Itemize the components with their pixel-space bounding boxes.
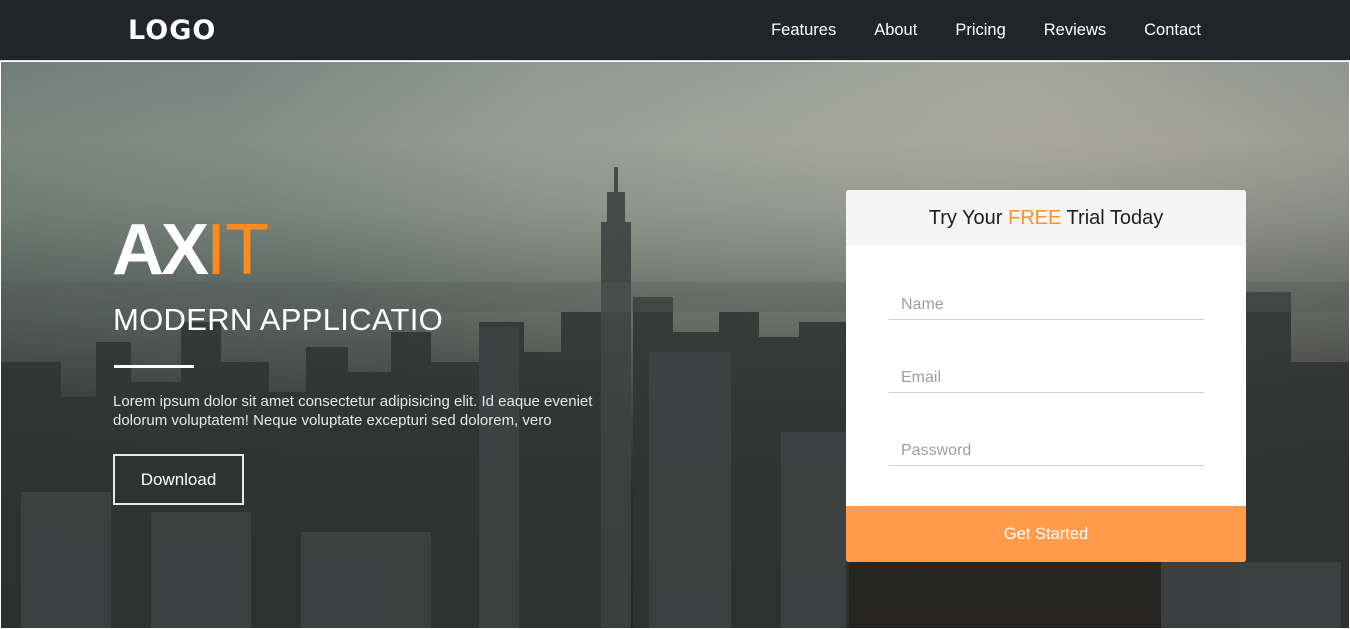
form-title-prefix: Try Your [928,207,1009,229]
nav-link-about[interactable]: About [874,20,917,40]
navbar: LOGO Features About Pricing Reviews Cont… [0,0,1350,61]
brand-accent-text: IT [206,210,269,290]
nav-link-pricing[interactable]: Pricing [955,20,1005,40]
hero-tagline: MODERN APPLICATIO [113,302,444,337]
form-title: Try Your FREE Trial Today [846,190,1246,246]
form-title-suffix: Trial Today [1061,207,1164,229]
name-input[interactable] [889,290,1204,320]
form-title-highlight: FREE [1008,207,1062,229]
hero-brand-title: AXIT [112,210,269,290]
nav-link-reviews[interactable]: Reviews [1044,20,1106,40]
password-input[interactable] [889,436,1204,466]
main-navigation: Features About Pricing Reviews Contact [733,20,1201,40]
get-started-button[interactable]: Get Started [846,506,1246,562]
hero-description: Lorem ipsum dolor sit amet consectetur a… [113,393,593,429]
brand-main-text: AX [112,210,209,290]
nav-link-features[interactable]: Features [771,20,836,40]
nav-link-contact[interactable]: Contact [1144,20,1201,40]
hero-section: AXIT MODERN APPLICATIO Lorem ipsum dolor… [1,62,1349,628]
email-input[interactable] [889,363,1204,393]
hero-divider [114,365,194,368]
download-button[interactable]: Download [113,454,244,505]
site-logo[interactable]: LOGO [128,14,216,48]
trial-signup-form: Try Your FREE Trial Today Get Started [846,190,1246,562]
